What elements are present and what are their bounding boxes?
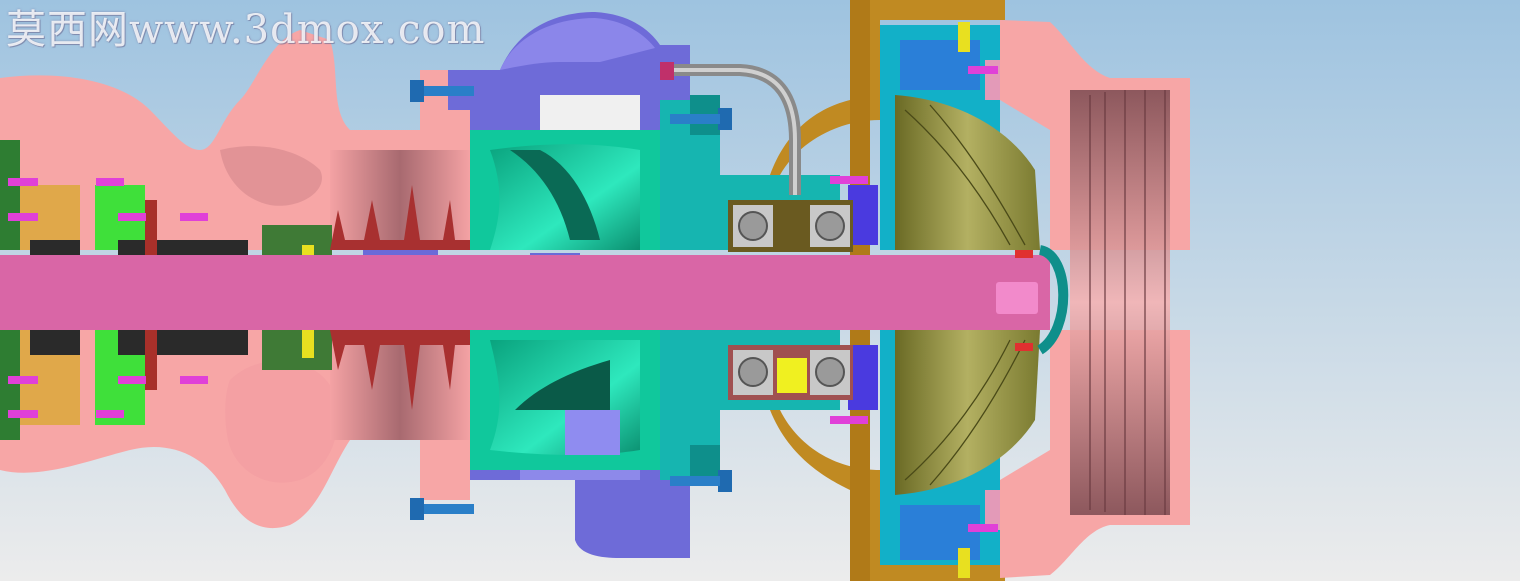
gear-dark-block-2-lower (118, 330, 248, 355)
seal-yellow-turbine-lower (958, 548, 970, 578)
gear-red-web-lower (145, 330, 157, 390)
bearing-icon (728, 345, 853, 400)
gear-housing-left (0, 140, 20, 250)
compressor-lower-insert (565, 410, 620, 455)
gear-red-web (145, 200, 157, 255)
coupling-green (262, 225, 332, 255)
main-shaft (0, 255, 1050, 330)
turbocharger-section-drawing (0, 0, 1520, 581)
pipe-fitting (660, 62, 674, 80)
intake-lower-bulb (225, 360, 339, 483)
gear-housing-left-lower (0, 330, 20, 440)
cad-viewport: 莫西网www.3dmox.com (0, 0, 1520, 581)
seal-red-nose-lower (1015, 343, 1033, 351)
turbine-outlet-bore (1070, 90, 1170, 515)
shaft-nose (996, 282, 1038, 314)
coupling-green-lower (262, 330, 332, 370)
seal-yellow-turbine (958, 22, 970, 52)
seal-red-nose (1015, 250, 1033, 258)
bearing-icon (728, 200, 853, 252)
gear-dark-block-lower (30, 330, 80, 355)
